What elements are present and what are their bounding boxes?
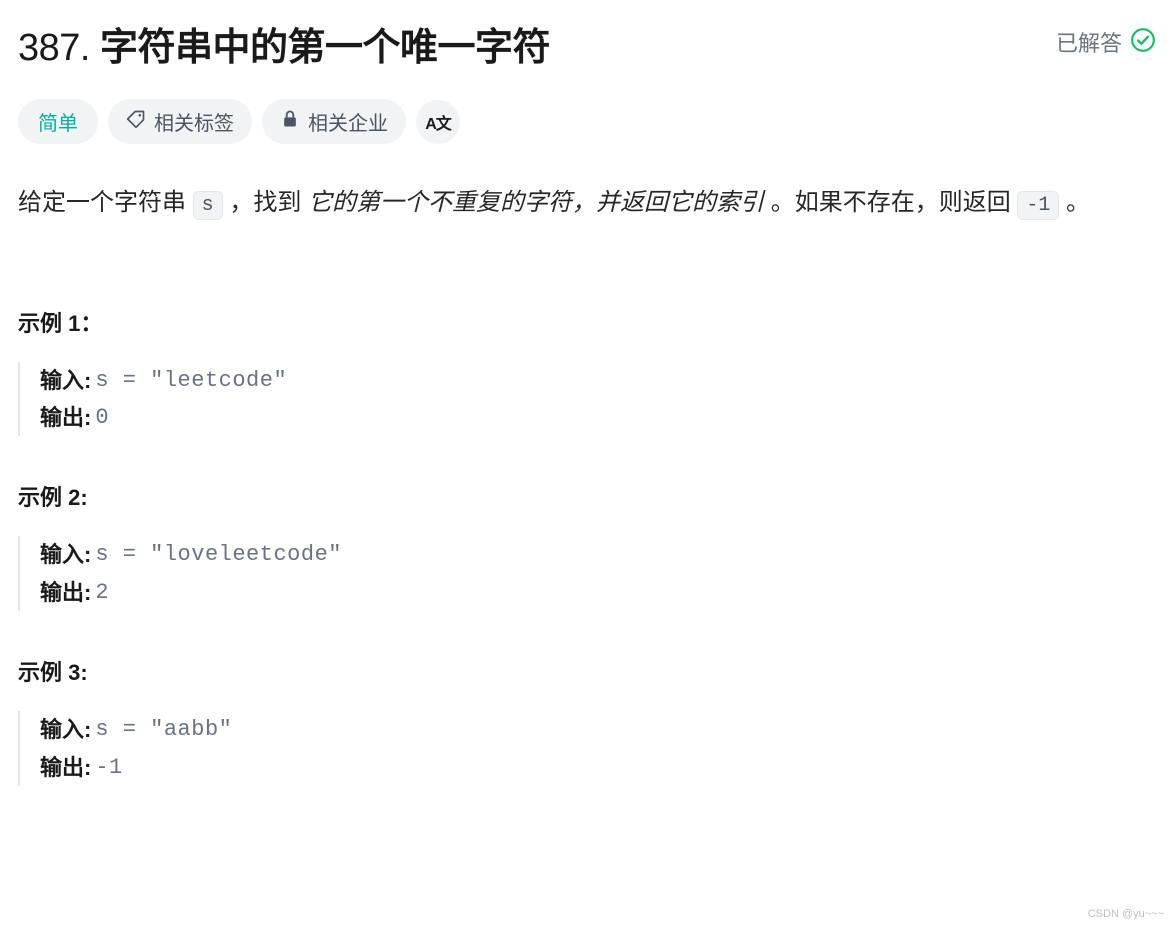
output-value: 2 bbox=[95, 574, 109, 611]
related-companies-label: 相关企业 bbox=[308, 107, 388, 136]
example-input-line: 输入: s = "aabb" bbox=[40, 711, 1156, 748]
related-tags-label: 相关标签 bbox=[154, 107, 234, 136]
tag-icon bbox=[126, 109, 146, 135]
problem-title-text: 字符串中的第一个唯一字符 bbox=[100, 27, 550, 69]
desc-part1: 给定一个字符串 bbox=[18, 189, 193, 216]
input-label: 输入: bbox=[40, 711, 91, 748]
example-content: 输入: s = "leetcode" 输出: 0 bbox=[18, 362, 1156, 437]
output-value: 0 bbox=[95, 399, 109, 436]
translate-icon: A文 bbox=[425, 110, 451, 134]
example-input-line: 输入: s = "loveleetcode" bbox=[40, 536, 1156, 573]
related-tags-button[interactable]: 相关标签 bbox=[108, 99, 252, 144]
output-label: 输出: bbox=[40, 574, 91, 611]
desc-code-s: s bbox=[193, 191, 223, 220]
example-output-line: 输出: 2 bbox=[40, 574, 1156, 611]
output-label: 输出: bbox=[40, 399, 91, 436]
input-label: 输入: bbox=[40, 362, 91, 399]
desc-part3: 。如果不存在，则返回 bbox=[764, 189, 1017, 216]
desc-italic: 它的第一个不重复的字符，并返回它的索引 bbox=[308, 189, 764, 216]
example-content: 输入: s = "aabb" 输出: -1 bbox=[18, 711, 1156, 786]
input-value: s = "loveleetcode" bbox=[95, 536, 342, 573]
desc-part2: ，找到 bbox=[223, 189, 308, 216]
problem-title: 387. 字符串中的第一个唯一字符 bbox=[18, 16, 550, 71]
desc-code-neg1: -1 bbox=[1017, 191, 1059, 220]
input-value: s = "leetcode" bbox=[95, 362, 287, 399]
translate-button[interactable]: A文 bbox=[416, 100, 460, 144]
example-content: 输入: s = "loveleetcode" 输出: 2 bbox=[18, 536, 1156, 611]
solved-label: 已解答 bbox=[1056, 26, 1122, 58]
tags-row: 简单 相关标签 相关企业 A文 bbox=[18, 99, 1156, 144]
desc-part4: 。 bbox=[1059, 189, 1090, 216]
example-2: 示例 2: 输入: s = "loveleetcode" 输出: 2 bbox=[18, 480, 1156, 611]
example-output-line: 输出: -1 bbox=[40, 749, 1156, 786]
example-input-line: 输入: s = "leetcode" bbox=[40, 362, 1156, 399]
input-value: s = "aabb" bbox=[95, 711, 232, 748]
problem-description: 给定一个字符串 s ，找到 它的第一个不重复的字符，并返回它的索引 。如果不存在… bbox=[18, 180, 1156, 226]
example-output-line: 输出: 0 bbox=[40, 399, 1156, 436]
solved-status: 已解答 bbox=[1056, 26, 1156, 58]
example-1: 示例 1： 输入: s = "leetcode" 输出: 0 bbox=[18, 306, 1156, 437]
example-3: 示例 3: 输入: s = "aabb" 输出: -1 bbox=[18, 655, 1156, 786]
example-title: 示例 3: bbox=[18, 655, 1156, 687]
problem-number: 387. bbox=[18, 27, 90, 69]
input-label: 输入: bbox=[40, 536, 91, 573]
watermark: CSDN @yu~~~ bbox=[1088, 908, 1164, 920]
example-title: 示例 1： bbox=[18, 306, 1156, 338]
related-companies-button[interactable]: 相关企业 bbox=[262, 99, 406, 144]
output-label: 输出: bbox=[40, 749, 91, 786]
check-icon bbox=[1130, 27, 1156, 58]
lock-icon bbox=[280, 109, 300, 135]
difficulty-tag[interactable]: 简单 bbox=[18, 99, 98, 144]
example-title: 示例 2: bbox=[18, 480, 1156, 512]
output-value: -1 bbox=[95, 749, 122, 786]
problem-header: 387. 字符串中的第一个唯一字符 已解答 bbox=[18, 16, 1156, 71]
